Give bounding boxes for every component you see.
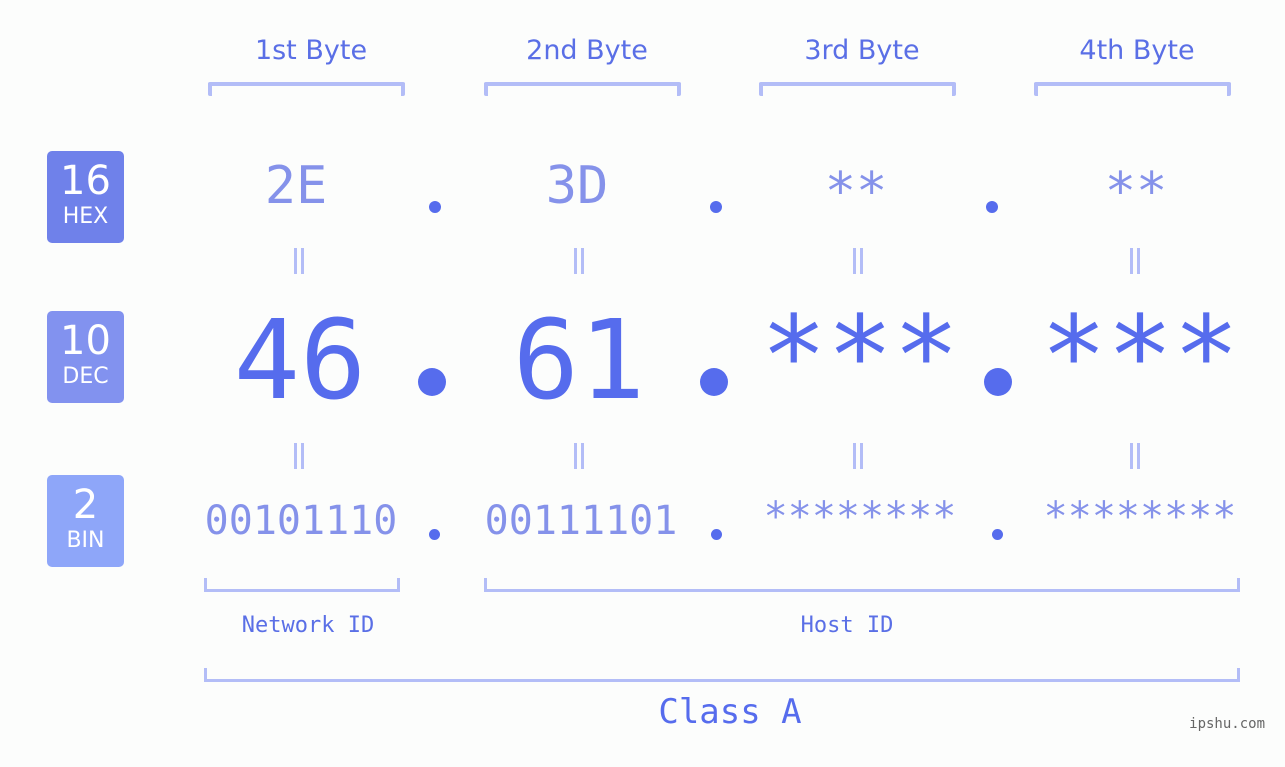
hex-byte-2: 3D [545, 156, 609, 216]
bin-separator-dot [711, 529, 722, 540]
dec-base-number: 10 [60, 318, 111, 364]
byte-1-label: 1st Byte [254, 35, 368, 66]
network-id-label: Network ID [241, 613, 375, 638]
watermark: ipshu.com [1189, 716, 1265, 732]
bin-byte-1: 00101110 [204, 498, 398, 544]
byte-3-label: 3rd Byte [804, 35, 920, 66]
byte-3-bracket [759, 82, 956, 96]
byte-4-bracket [1034, 82, 1231, 96]
equals-icon [1127, 248, 1143, 274]
bin-separator-dot [992, 529, 1003, 540]
hex-byte-3: ** [824, 162, 888, 222]
bin-byte-4: ******** [1043, 494, 1237, 540]
class-bracket [204, 668, 1240, 682]
host-id-bracket [484, 578, 1240, 592]
byte-2-label: 2nd Byte [526, 35, 648, 66]
equals-icon [850, 248, 866, 274]
dec-base-label: DEC [62, 364, 109, 389]
bin-badge: 2 BIN [47, 475, 124, 567]
equals-icon [571, 248, 587, 274]
dec-byte-2: 61 [512, 296, 646, 424]
dec-byte-4: *** [1040, 292, 1240, 420]
hex-byte-4: ** [1104, 162, 1168, 222]
equals-icon [850, 443, 866, 469]
equals-icon [291, 248, 307, 274]
host-id-label: Host ID [800, 613, 894, 638]
byte-4-label: 4th Byte [1079, 35, 1195, 66]
bin-base-label: BIN [66, 528, 105, 553]
equals-icon [291, 443, 307, 469]
bin-byte-3: ******** [763, 494, 957, 540]
byte-2-bracket [484, 82, 681, 96]
hex-separator-dot [710, 201, 722, 213]
dec-separator-dot [418, 368, 446, 396]
hex-separator-dot [986, 201, 998, 213]
dec-byte-1: 46 [233, 296, 367, 424]
network-id-bracket [204, 578, 400, 592]
hex-byte-1: 2E [264, 156, 328, 216]
hex-base-label: HEX [62, 204, 109, 229]
dec-byte-3: *** [760, 292, 960, 420]
hex-base-number: 16 [60, 158, 111, 204]
dec-separator-dot [984, 368, 1012, 396]
class-label: Class A [658, 692, 802, 732]
hex-badge: 16 HEX [47, 151, 124, 243]
dec-separator-dot [700, 368, 728, 396]
bin-base-number: 2 [72, 482, 99, 528]
bin-separator-dot [429, 529, 440, 540]
equals-icon [571, 443, 587, 469]
byte-1-bracket [208, 82, 405, 96]
dec-badge: 10 DEC [47, 311, 124, 403]
bin-byte-2: 00111101 [484, 498, 678, 544]
equals-icon [1127, 443, 1143, 469]
hex-separator-dot [429, 201, 441, 213]
